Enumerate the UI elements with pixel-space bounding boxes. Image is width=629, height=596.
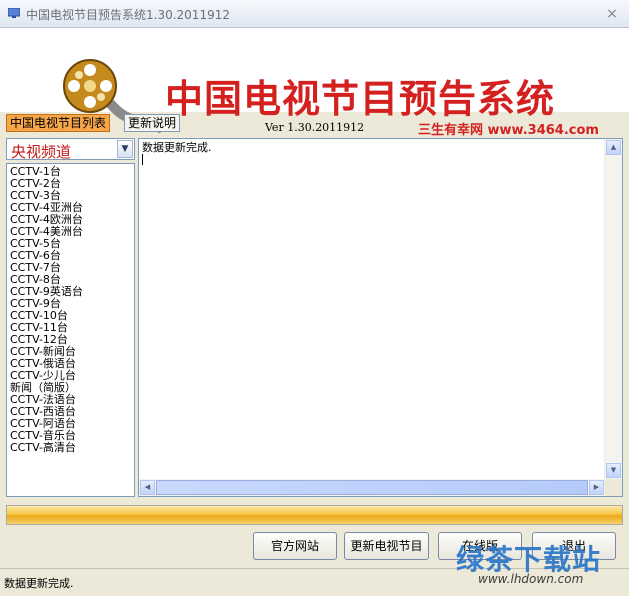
scroll-left-icon[interactable]: ◀ bbox=[140, 480, 155, 495]
banner-headline: 中国电视节目预告系统 bbox=[165, 77, 556, 121]
site-label: 三生有幸网 www.3464.com bbox=[418, 123, 599, 138]
close-button[interactable]: × bbox=[603, 5, 621, 23]
update-programs-button[interactable]: 更新电视节目 bbox=[344, 532, 429, 560]
channel-dropdown[interactable]: 央视频道 ▼ bbox=[6, 138, 135, 161]
tab-program-list[interactable]: 中国电视节目列表 bbox=[6, 114, 111, 132]
channel-list-item[interactable]: CCTV-高清台 bbox=[10, 442, 134, 454]
channel-list[interactable]: CCTV-1台 CCTV-2台 CCTV-3台 CCTV-4亚洲台 CCTV-4欧洲台 C… bbox=[6, 163, 135, 497]
scroll-corner bbox=[605, 479, 622, 496]
horizontal-scrollbar[interactable]: ◀ ▶ bbox=[139, 479, 605, 496]
tab-update-notes[interactable]: 更新说明 bbox=[124, 114, 181, 132]
scroll-right-icon[interactable]: ▶ bbox=[589, 480, 604, 495]
progress-bar bbox=[6, 505, 623, 525]
vertical-scrollbar[interactable]: ▲ ▼ bbox=[604, 139, 622, 479]
chevron-down-icon[interactable]: ▼ bbox=[117, 140, 133, 158]
window-title: 中国电视节目预告系统1.30.2011912 bbox=[26, 8, 230, 22]
title-bar: 中国电视节目预告系统1.30.2011912 × bbox=[0, 0, 629, 28]
program-text: 数据更新完成. bbox=[142, 141, 212, 154]
text-caret bbox=[142, 154, 143, 165]
app-icon bbox=[8, 8, 20, 18]
status-text: 数据更新完成. bbox=[4, 577, 74, 590]
scroll-down-icon[interactable]: ▼ bbox=[606, 463, 621, 478]
program-text-area[interactable]: 数据更新完成. ▲ ▼ ◀ ▶ bbox=[138, 138, 623, 497]
banner: 中国电视节目预告系统 Ver 1.30.2011912 三生有幸网 www.34… bbox=[0, 28, 629, 138]
official-site-button[interactable]: 官方网站 bbox=[253, 532, 337, 560]
channel-dropdown-value: 央视频道 bbox=[11, 143, 72, 161]
watermark-url: www.lhdown.com bbox=[478, 572, 584, 586]
horizontal-scroll-thumb[interactable] bbox=[156, 480, 588, 495]
scroll-up-icon[interactable]: ▲ bbox=[606, 140, 621, 155]
version-label: Ver 1.30.2011912 bbox=[265, 121, 365, 134]
